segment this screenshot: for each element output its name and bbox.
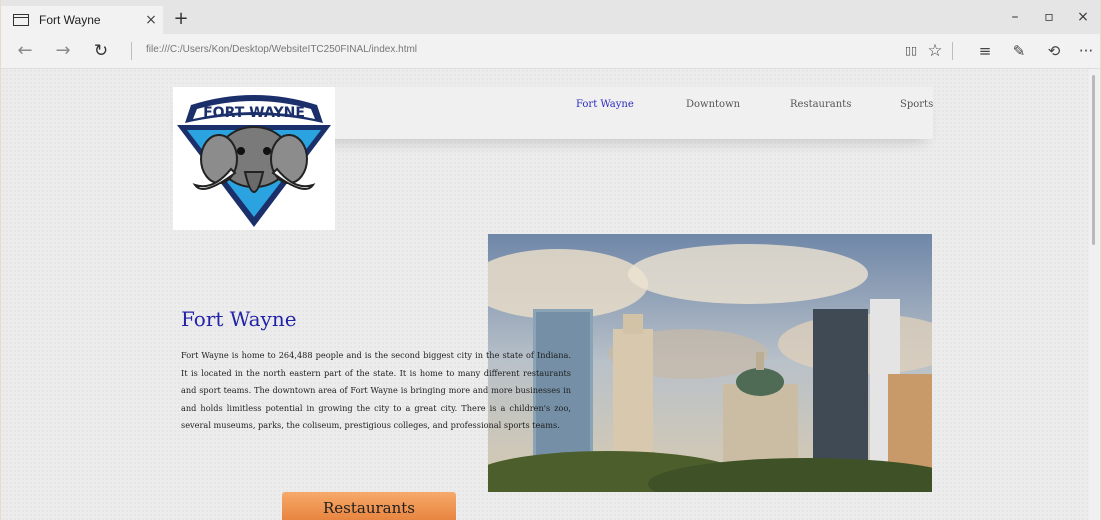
tab-title: Fort Wayne (39, 13, 101, 27)
reading-view-icon[interactable]: ▯▯ (898, 39, 924, 63)
web-note-icon[interactable]: ✎ (1006, 39, 1032, 63)
page-scrollbar[interactable] (1089, 69, 1099, 520)
site-logo[interactable]: FORT WAYNE (173, 87, 335, 230)
close-window-button[interactable]: × (1063, 6, 1101, 28)
url-field[interactable]: file:///C:/Users/Kon/Desktop/WebsiteITC2… (146, 44, 417, 55)
favorite-star-icon[interactable]: ☆ (922, 39, 948, 63)
tab-fort-wayne[interactable]: Fort Wayne × (1, 6, 163, 34)
intro-paragraph: Fort Wayne is home to 264,488 people and… (181, 350, 571, 430)
nav-link-downtown[interactable]: Downtown (686, 99, 740, 110)
tab-page-icon (13, 14, 29, 26)
restaurants-button[interactable]: Restaurants (282, 492, 456, 520)
nav-link-sports[interactable]: Sports (900, 99, 933, 110)
hub-icon[interactable]: ≡ (972, 39, 998, 63)
nav-link-restaurants[interactable]: Restaurants (790, 99, 851, 110)
nav-link-fort-wayne[interactable]: Fort Wayne (576, 99, 634, 110)
refresh-button[interactable]: ↻ (87, 39, 115, 63)
share-icon[interactable]: ⟲ (1041, 39, 1067, 63)
address-bar: ← → ↻ file:///C:/Users/Kon/Desktop/Websi… (1, 34, 1100, 69)
web-page: FORT WAYNE Fort Wayne Downtown Restauran… (1, 69, 1091, 520)
elephant-logo-icon: FORT WAYNE (177, 95, 331, 227)
tab-bar: Fort Wayne × + – ▫ × (1, 0, 1100, 34)
browser-window: Fort Wayne × + – ▫ × ← → ↻ file:///C:/Us… (0, 0, 1101, 520)
address-separator (131, 42, 132, 60)
scrollbar-thumb[interactable] (1092, 75, 1095, 245)
forward-button[interactable]: → (49, 39, 77, 63)
toolbar-separator (952, 42, 953, 60)
tab-close-icon[interactable]: × (139, 12, 163, 28)
new-tab-button[interactable]: + (169, 6, 193, 32)
more-icon[interactable]: ··· (1073, 39, 1099, 63)
back-button[interactable]: ← (11, 39, 39, 63)
page-heading: Fort Wayne (181, 307, 297, 331)
logo-text: FORT WAYNE (203, 105, 305, 121)
